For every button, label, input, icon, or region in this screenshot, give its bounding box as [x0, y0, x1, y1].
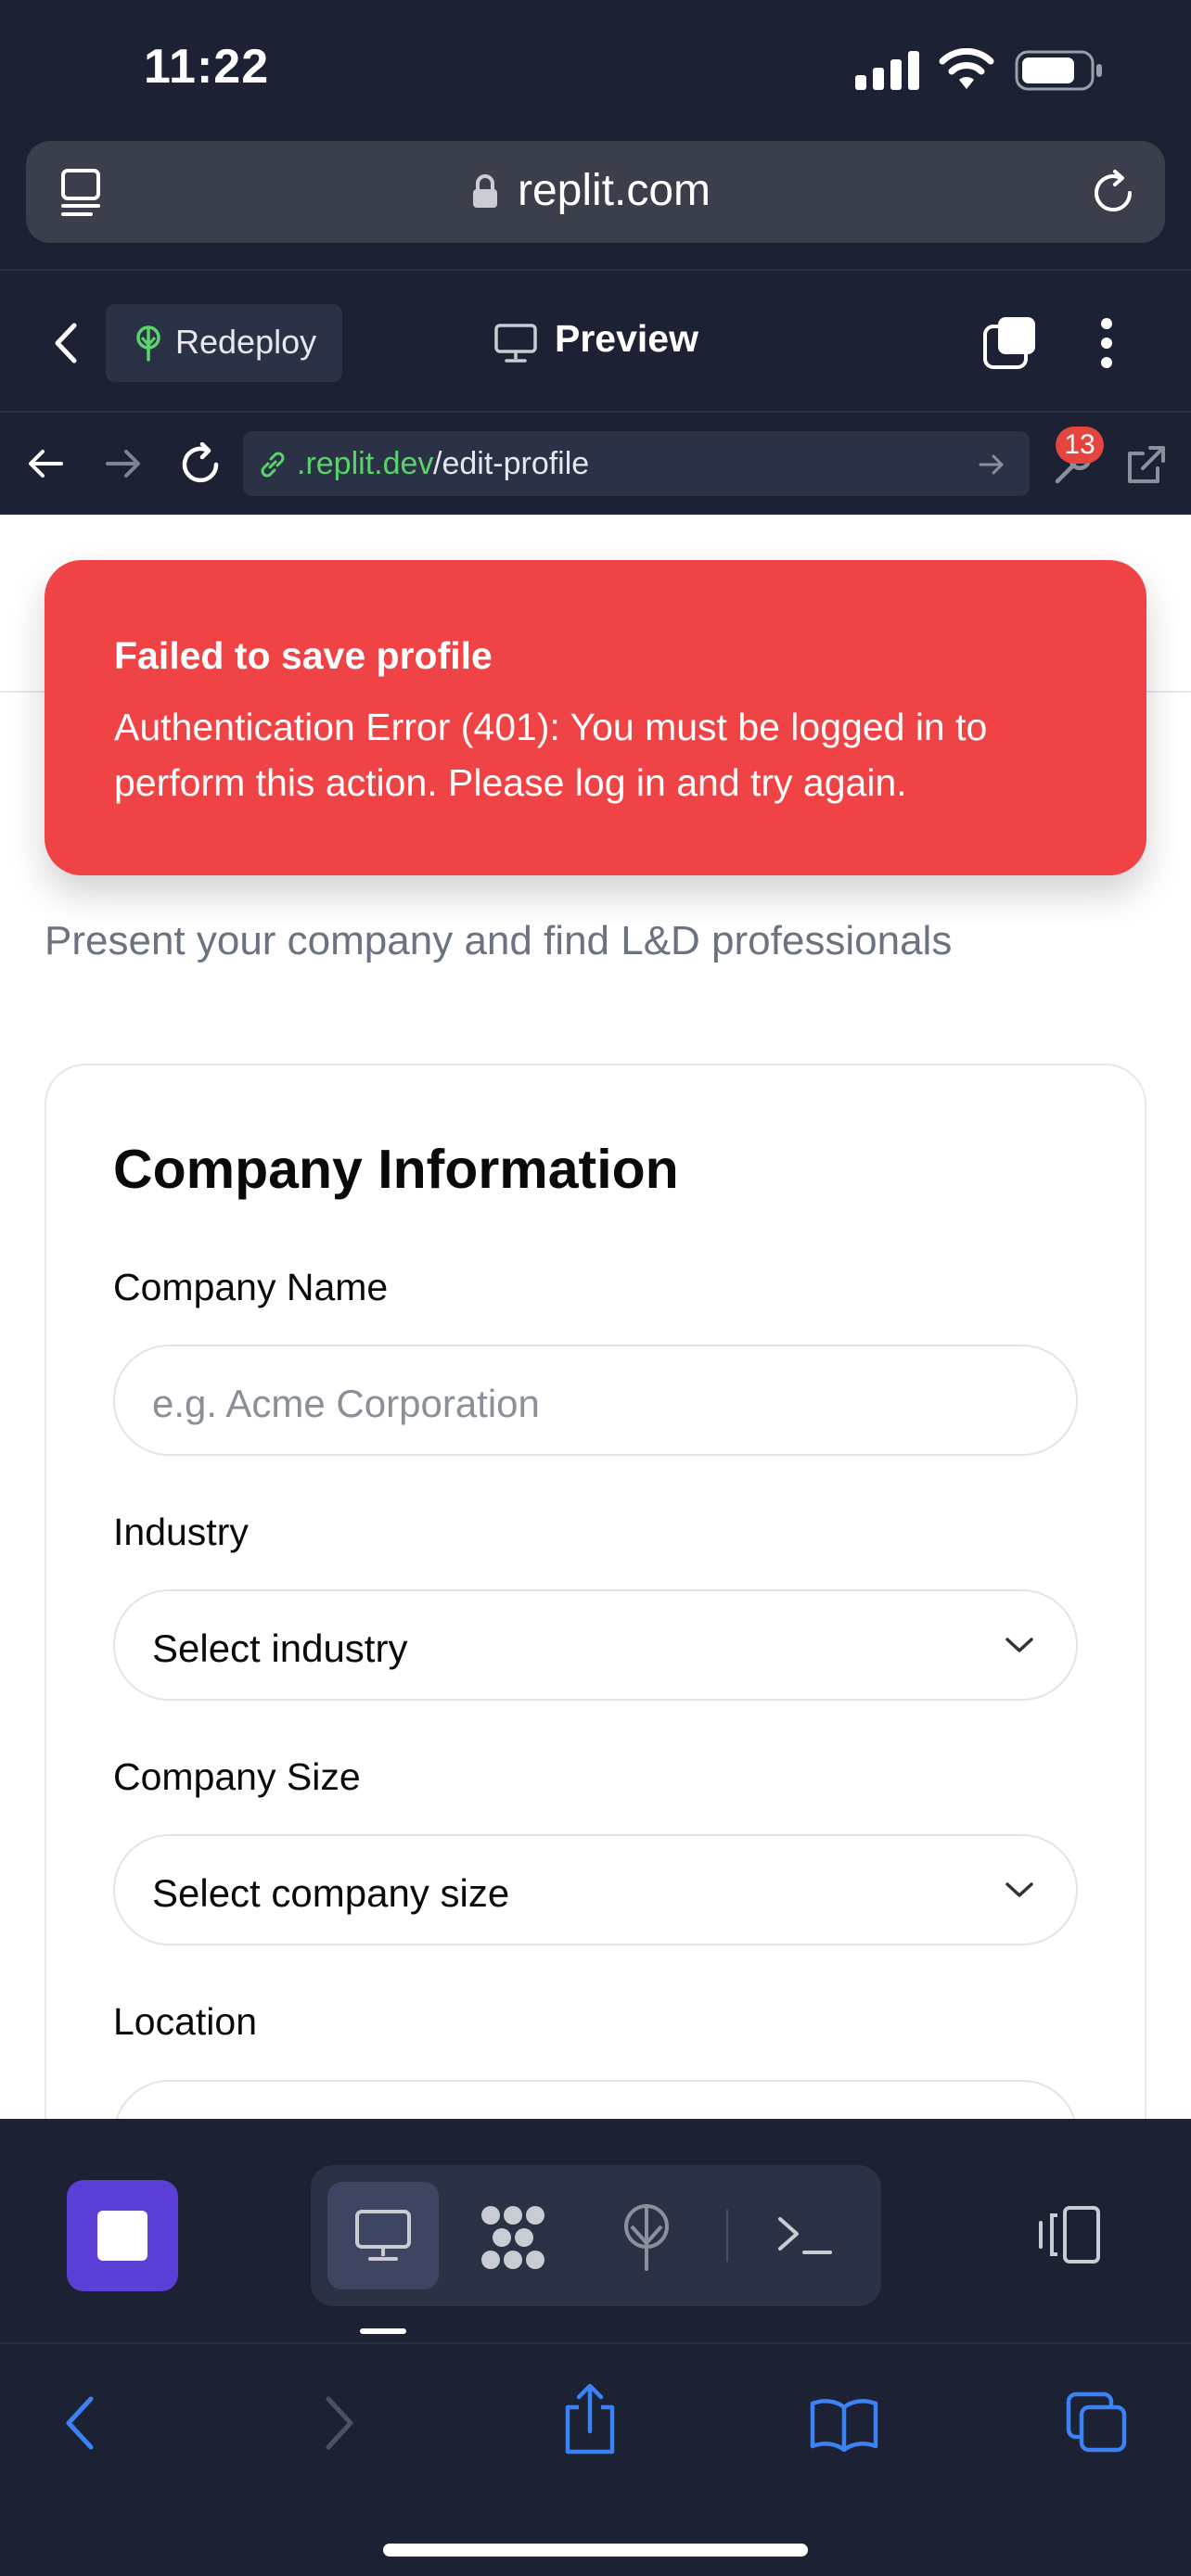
redeploy-button[interactable]: Redeploy: [106, 304, 342, 382]
company-size-select-value: Select company size: [152, 1871, 510, 1915]
workspace-nodes-icon[interactable]: [478, 2202, 548, 2273]
page-subtitle: Present your company and find L&D profes…: [45, 918, 953, 963]
deployments-icon[interactable]: [619, 2202, 674, 2273]
error-toast[interactable]: Failed to save profile Authentication Er…: [45, 560, 1146, 875]
preview-title: Preview: [555, 317, 698, 360]
bookmarks-icon[interactable]: [809, 2396, 879, 2452]
monitor-icon: [494, 324, 537, 363]
reload-icon[interactable]: [1089, 169, 1137, 217]
industry-select[interactable]: Select industry: [113, 1589, 1078, 1701]
industry-label: Industry: [113, 1511, 249, 1553]
refresh-icon[interactable]: [178, 442, 223, 487]
address-bar[interactable]: replit.com: [26, 141, 1165, 243]
forward-arrow-icon[interactable]: [104, 447, 143, 480]
safari-back-icon[interactable]: [61, 2394, 98, 2452]
webview-url-field[interactable]: .replit.dev /edit-profile: [243, 431, 1030, 496]
stop-button[interactable]: [67, 2180, 178, 2291]
preview-monitor-icon: [355, 2210, 411, 2261]
url-domain: .replit.dev: [297, 446, 434, 481]
back-chevron-icon[interactable]: [52, 320, 80, 366]
link-icon: [261, 452, 285, 478]
company-name-label: Company Name: [113, 1266, 389, 1308]
home-indicator: [383, 2544, 808, 2557]
location-input[interactable]: [113, 2080, 1078, 2119]
status-bar: 11:22: [0, 0, 1191, 139]
tool-switcher: [311, 2165, 881, 2306]
tabs-overview-icon[interactable]: [1065, 2391, 1130, 2455]
stop-icon: [97, 2211, 147, 2261]
status-time: 11:22: [144, 40, 270, 94]
devtools-error-badge: 13: [1056, 427, 1104, 464]
company-size-select[interactable]: Select company size: [113, 1834, 1078, 1945]
chevron-down-icon: [1005, 1882, 1033, 1897]
share-icon[interactable]: [560, 2383, 620, 2455]
tool-preview-active[interactable]: [327, 2182, 439, 2289]
company-size-label: Company Size: [113, 1755, 361, 1798]
company-name-placeholder: e.g. Acme Corporation: [152, 1382, 540, 1425]
industry-select-value: Select industry: [152, 1626, 408, 1670]
tool-divider: [726, 2210, 728, 2262]
location-label: Location: [113, 2000, 258, 2043]
safari-toolbar: [0, 2344, 1191, 2576]
card-title: Company Information: [113, 1139, 679, 1200]
replit-toolbar: [0, 2119, 1191, 2344]
go-arrow-icon[interactable]: [978, 452, 1005, 478]
shell-icon[interactable]: [776, 2213, 834, 2258]
more-options-icon[interactable]: [1096, 315, 1117, 371]
chevron-down-icon: [1005, 1638, 1033, 1652]
battery-icon: [1015, 50, 1102, 91]
toast-title: Failed to save profile: [114, 634, 493, 677]
address-bar-url: replit.com: [517, 166, 711, 215]
toolbar-scroll-indicator: [360, 2328, 406, 2334]
redeploy-label: Redeploy: [175, 323, 317, 361]
device-layout-icon[interactable]: [1035, 2204, 1102, 2265]
back-arrow-icon[interactable]: [26, 447, 65, 480]
signal-icon: [855, 51, 919, 90]
url-path: /edit-profile: [433, 446, 590, 481]
replit-header: Redeploy Preview: [0, 269, 1191, 413]
company-name-input[interactable]: e.g. Acme Corporation: [113, 1345, 1078, 1456]
wifi-icon: [939, 48, 994, 89]
tabs-icon[interactable]: [981, 313, 1039, 371]
deploy-icon: [136, 325, 160, 362]
safari-forward-icon[interactable]: [321, 2394, 358, 2452]
webview-nav-bar: .replit.dev /edit-profile: [0, 413, 1191, 515]
toast-message: Authentication Error (401): You must be …: [114, 706, 988, 804]
open-external-icon[interactable]: [1124, 444, 1167, 487]
